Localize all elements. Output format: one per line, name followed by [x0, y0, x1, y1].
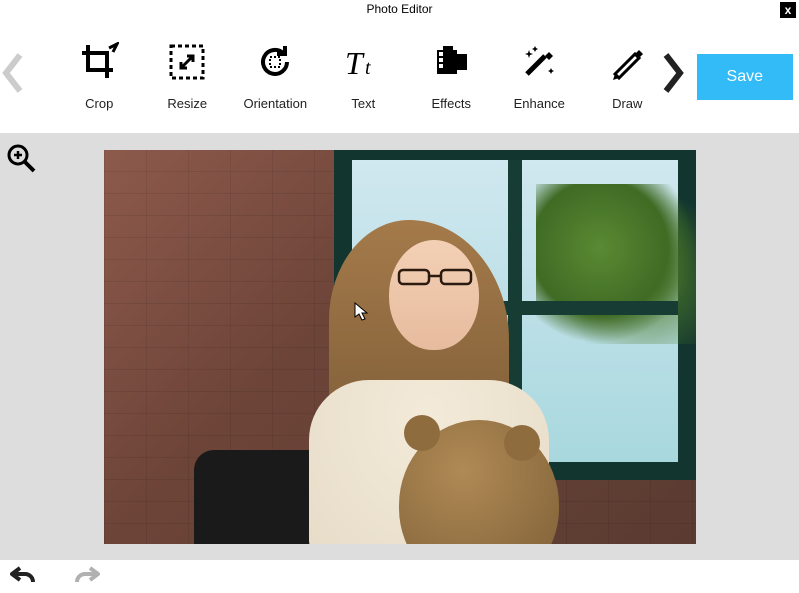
- app-title: Photo Editor: [366, 2, 432, 16]
- tool-resize-label: Resize: [167, 96, 207, 111]
- tool-text-label: Text: [351, 96, 375, 111]
- tool-resize[interactable]: Resize: [152, 42, 222, 111]
- tool-crop-label: Crop: [85, 96, 113, 111]
- save-button[interactable]: Save: [697, 54, 793, 100]
- chevron-right-icon: [662, 53, 684, 93]
- enhance-icon: [519, 42, 559, 82]
- toolbar: Crop Resize Orientation Tt Text Effects: [0, 20, 799, 133]
- draw-icon: [607, 42, 647, 82]
- close-button[interactable]: x: [780, 2, 796, 18]
- next-tools-button[interactable]: [662, 53, 684, 100]
- tool-crop[interactable]: Crop: [64, 42, 134, 111]
- orientation-icon: [255, 42, 295, 82]
- tool-effects-label: Effects: [432, 96, 472, 111]
- prev-tools-button[interactable]: [2, 53, 24, 100]
- redo-icon: [72, 564, 100, 588]
- zoom-in-icon: [6, 143, 36, 173]
- tool-text[interactable]: Tt Text: [328, 42, 398, 111]
- tool-enhance-label: Enhance: [514, 96, 565, 111]
- bottombar: [0, 560, 799, 593]
- tool-enhance[interactable]: Enhance: [504, 42, 574, 111]
- undo-icon: [10, 564, 38, 588]
- chevron-left-icon: [2, 53, 24, 93]
- tool-effects[interactable]: Effects: [416, 42, 486, 111]
- photo-canvas[interactable]: [104, 150, 696, 544]
- tool-orientation[interactable]: Orientation: [240, 42, 310, 111]
- resize-icon: [167, 42, 207, 82]
- effects-icon: [431, 42, 471, 82]
- titlebar: Photo Editor x: [0, 0, 799, 20]
- canvas-area: [0, 133, 799, 560]
- svg-text:T: T: [345, 45, 365, 81]
- redo-button[interactable]: [72, 564, 100, 593]
- text-icon: Tt: [343, 42, 383, 82]
- tool-draw-label: Draw: [612, 96, 642, 111]
- tools-group: Crop Resize Orientation Tt Text Effects: [24, 42, 662, 111]
- zoom-in-button[interactable]: [6, 143, 36, 178]
- tool-draw[interactable]: Draw: [592, 42, 662, 111]
- undo-button[interactable]: [10, 564, 38, 593]
- tool-orientation-label: Orientation: [243, 96, 307, 111]
- crop-icon: [79, 42, 119, 82]
- svg-text:t: t: [365, 57, 371, 79]
